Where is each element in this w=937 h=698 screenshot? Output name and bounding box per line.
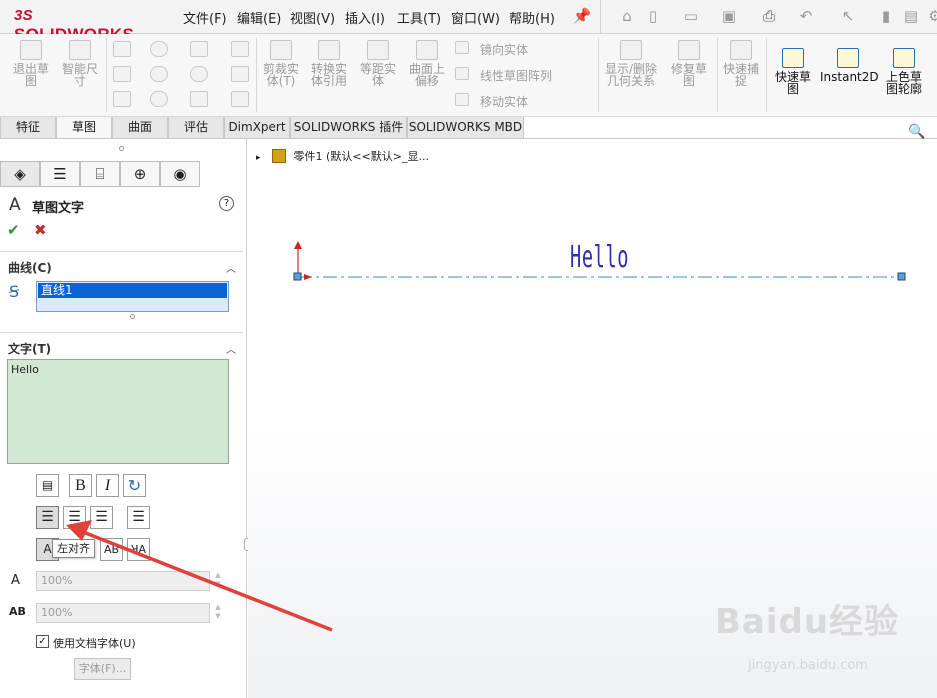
red-arrowhead-icon bbox=[66, 520, 92, 541]
baidu-watermark: Baidu经验 bbox=[715, 602, 900, 642]
watermark-url: jingyan.baidu.com bbox=[748, 658, 868, 673]
red-arrow-shaft bbox=[77, 528, 333, 632]
